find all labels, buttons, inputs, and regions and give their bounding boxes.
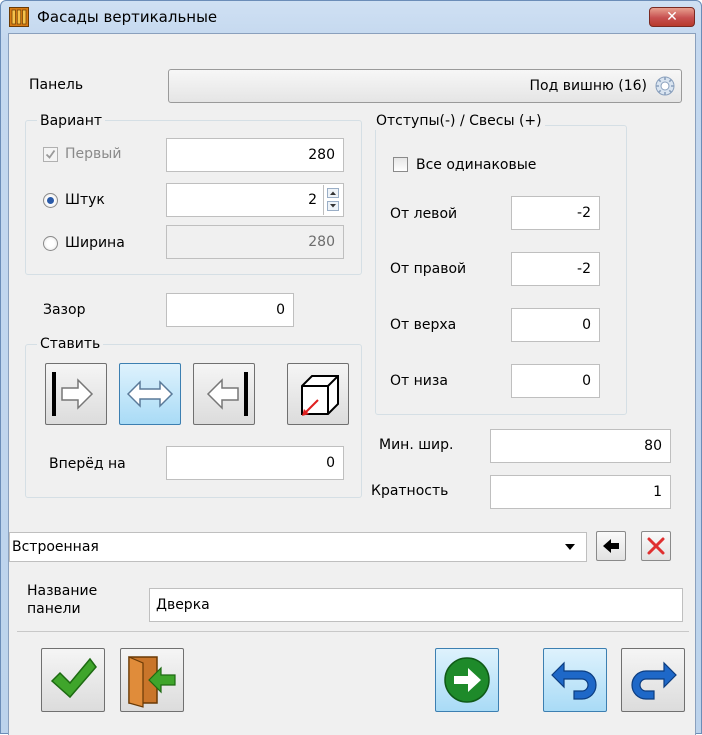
next-button[interactable] <box>435 648 499 712</box>
dialog-client-area: Панель Под вишню (16) Вариант Первый 280… <box>8 33 696 735</box>
undo-icon <box>551 661 597 700</box>
gear-icon <box>655 76 675 96</box>
panel-name-value: Дверка <box>156 597 210 613</box>
first-checkbox[interactable] <box>43 147 58 162</box>
count-radio[interactable] <box>43 193 58 208</box>
back-arrow-button[interactable] <box>596 531 626 561</box>
arrow-both-icon <box>126 380 174 408</box>
type-select[interactable]: Встроенная <box>9 532 587 562</box>
gap-input[interactable]: 0 <box>166 293 294 327</box>
checkmark-ok-icon <box>50 657 97 699</box>
redo-button[interactable] <box>621 648 685 712</box>
facade-app-icon <box>9 7 29 27</box>
panel-name-label-line1: Название <box>27 583 98 599</box>
chevron-down-icon[interactable] <box>564 543 576 551</box>
title-bar[interactable]: Фасады вертикальные ✕ <box>1 1 701 33</box>
place-group-title: Ставить <box>37 335 104 353</box>
close-icon: ✕ <box>666 9 678 25</box>
window-title: Фасады вертикальные <box>37 8 218 26</box>
offset-left-input[interactable]: -2 <box>511 196 600 230</box>
panel-name-input[interactable]: Дверка <box>149 588 683 622</box>
place-right-button[interactable] <box>45 363 107 425</box>
variant-group-title: Вариант <box>37 112 106 130</box>
arrow-left-black-icon <box>603 539 619 553</box>
offset-top-label: От верха <box>390 317 457 333</box>
box-depth-icon <box>301 375 339 416</box>
all-same-checkbox[interactable] <box>393 157 408 172</box>
arrow-right-icon <box>52 372 94 416</box>
min-width-label: Мин. шир. <box>379 437 454 453</box>
width-radio[interactable] <box>43 236 58 251</box>
offset-right-label: От правой <box>390 261 467 277</box>
width-input[interactable]: 280 <box>166 225 344 259</box>
panel-material-value: Под вишню (16) <box>529 78 647 94</box>
all-same-label: Все одинаковые <box>416 157 537 173</box>
multiplicity-label: Кратность <box>371 483 449 499</box>
undo-button[interactable] <box>543 648 607 712</box>
width-label: Ширина <box>65 235 125 251</box>
redo-icon <box>631 661 677 700</box>
arrow-left-icon <box>206 372 248 416</box>
place-center-button[interactable] <box>119 363 181 425</box>
count-spinner[interactable] <box>323 185 342 215</box>
multiplicity-input[interactable]: 1 <box>490 475 671 509</box>
count-label: Штук <box>65 192 105 208</box>
panel-label: Панель <box>29 77 84 93</box>
count-input[interactable]: 2 <box>166 183 344 217</box>
offset-top-input[interactable]: 0 <box>511 308 600 342</box>
exit-door-icon <box>128 656 176 708</box>
min-width-input[interactable]: 80 <box>490 429 671 463</box>
offset-left-label: От левой <box>390 206 458 222</box>
gap-label: Зазор <box>43 302 86 318</box>
forward-input[interactable]: 0 <box>166 446 344 480</box>
offset-bottom-input[interactable]: 0 <box>511 364 600 398</box>
dialog-window: Фасады вертикальные ✕ Панель Под вишню (… <box>0 0 702 735</box>
close-button[interactable]: ✕ <box>649 7 695 27</box>
spin-down-icon[interactable] <box>327 201 339 211</box>
panel-name-label-line2: панели <box>27 601 81 617</box>
type-select-value: Встроенная <box>12 539 99 555</box>
panel-material-selector[interactable]: Под вишню (16) <box>168 69 682 103</box>
next-arrow-icon <box>444 657 490 703</box>
clear-button[interactable] <box>641 531 671 561</box>
forward-label: Вперёд на <box>49 456 126 472</box>
separator <box>17 631 689 632</box>
offsets-group-title: Отступы(-) / Свесы (+) <box>373 112 545 130</box>
offset-right-input[interactable]: -2 <box>511 252 600 286</box>
ok-button[interactable] <box>41 648 105 712</box>
exit-button[interactable] <box>120 648 184 712</box>
delete-x-icon <box>647 537 665 555</box>
place-depth-button[interactable] <box>287 363 349 425</box>
first-width-input[interactable]: 280 <box>166 138 344 172</box>
spin-up-icon[interactable] <box>327 188 339 198</box>
checkmark-icon <box>45 149 56 159</box>
offset-bottom-label: От низа <box>390 373 448 389</box>
place-left-button[interactable] <box>193 363 255 425</box>
first-label: Первый <box>65 146 122 162</box>
